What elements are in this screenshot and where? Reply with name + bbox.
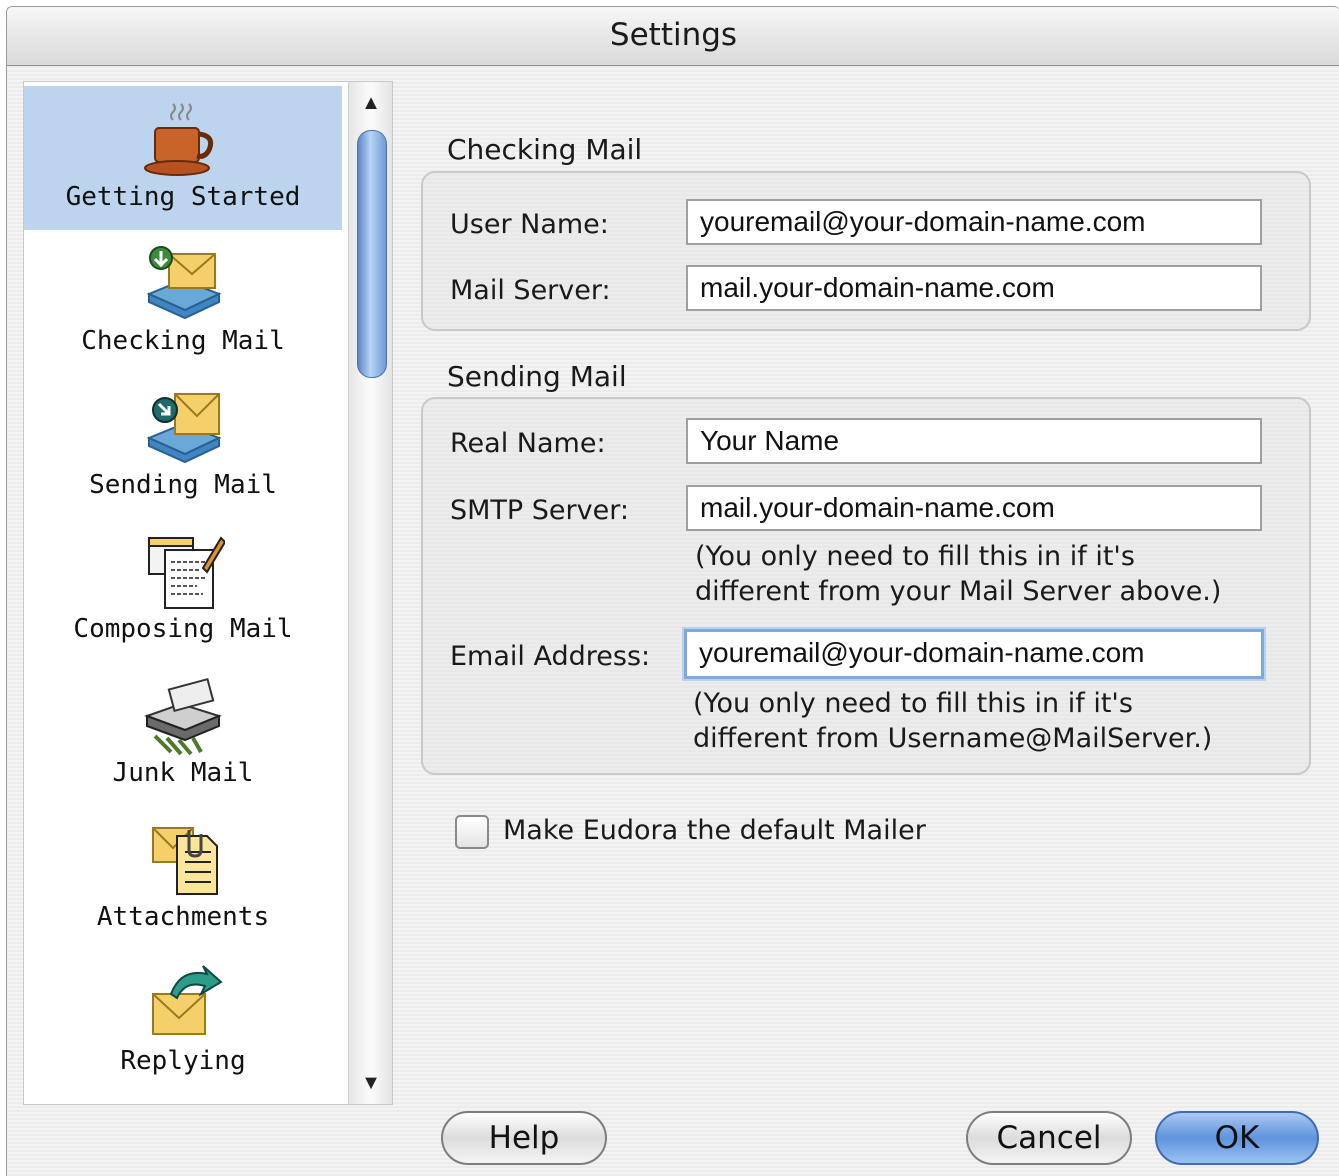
- ok-button[interactable]: OK: [1155, 1111, 1319, 1165]
- real-name-field[interactable]: Your Name: [686, 418, 1262, 464]
- compose-document-icon: [148, 536, 225, 609]
- mail-server-label: Mail Server:: [450, 275, 611, 306]
- reply-envelope-icon: [152, 965, 223, 1035]
- scroll-down-arrow-icon[interactable]: ▼: [349, 1068, 392, 1098]
- junk-shredder-icon: [144, 677, 222, 756]
- smtp-hint-line-1: (You only need to fill this in if it's: [695, 541, 1135, 572]
- settings-sidebar: Getting Started Checking Mail Sending Ma…: [23, 81, 393, 1105]
- scroll-up-arrow-icon[interactable]: ▲: [349, 88, 392, 118]
- mail-send-icon: [146, 393, 222, 464]
- sending-mail-heading: Sending Mail: [447, 360, 627, 393]
- sidebar-item-getting-started[interactable]: Getting Started: [24, 86, 342, 230]
- sidebar-item-checking-mail[interactable]: Checking Mail: [24, 230, 342, 374]
- sidebar-item-label: Junk Mail: [112, 758, 254, 788]
- smtp-server-label: SMTP Server:: [450, 495, 629, 526]
- scroll-thumb[interactable]: [357, 130, 387, 378]
- sidebar-item-label: Checking Mail: [81, 326, 285, 356]
- coffee-cup-icon: [144, 103, 214, 176]
- checking-mail-heading: Checking Mail: [447, 133, 643, 166]
- email-address-label: Email Address:: [450, 641, 651, 672]
- sidebar-item-label: Attachments: [96, 902, 270, 932]
- settings-window: Settings Getting Started Checking Mail S…: [6, 6, 1339, 1176]
- user-name-field[interactable]: youremail@your-domain-name.com: [686, 199, 1262, 245]
- sidebar-item-label: Replying: [120, 1046, 246, 1076]
- user-name-label: User Name:: [450, 209, 609, 240]
- mail-server-field[interactable]: mail.your-domain-name.com: [686, 265, 1262, 311]
- default-mailer-checkbox[interactable]: [455, 815, 489, 849]
- sidebar-item-sending-mail[interactable]: Sending Mail: [24, 374, 342, 518]
- default-mailer-label[interactable]: Make Eudora the default Mailer: [503, 815, 926, 846]
- mail-download-icon: [146, 246, 222, 320]
- smtp-server-field[interactable]: mail.your-domain-name.com: [686, 485, 1262, 531]
- help-button[interactable]: Help: [441, 1111, 607, 1165]
- title-bar[interactable]: Settings: [7, 7, 1339, 66]
- email-address-field[interactable]: youremail@your-domain-name.com: [684, 629, 1264, 679]
- sidebar-item-label: Sending Mail: [89, 470, 277, 500]
- window-title: Settings: [609, 17, 738, 53]
- sidebar-scrollbar[interactable]: ▲ ▼: [348, 82, 392, 1104]
- email-hint-line-1: (You only need to fill this in if it's: [693, 688, 1133, 719]
- attachment-envelope-icon: [152, 827, 218, 895]
- sidebar-item-junk-mail[interactable]: Junk Mail: [24, 662, 342, 806]
- sidebar-item-replying[interactable]: Replying: [24, 950, 342, 1094]
- smtp-hint-line-2: different from your Mail Server above.): [695, 576, 1222, 607]
- sidebar-item-label: Composing Mail: [73, 614, 293, 644]
- sidebar-item-composing-mail[interactable]: Composing Mail: [24, 518, 342, 662]
- real-name-label: Real Name:: [450, 428, 606, 459]
- sidebar-item-label: Getting Started: [65, 182, 301, 212]
- email-hint-line-2: different from Username@MailServer.): [693, 723, 1213, 754]
- cancel-button[interactable]: Cancel: [966, 1111, 1132, 1165]
- sidebar-item-attachments[interactable]: Attachments: [24, 806, 342, 950]
